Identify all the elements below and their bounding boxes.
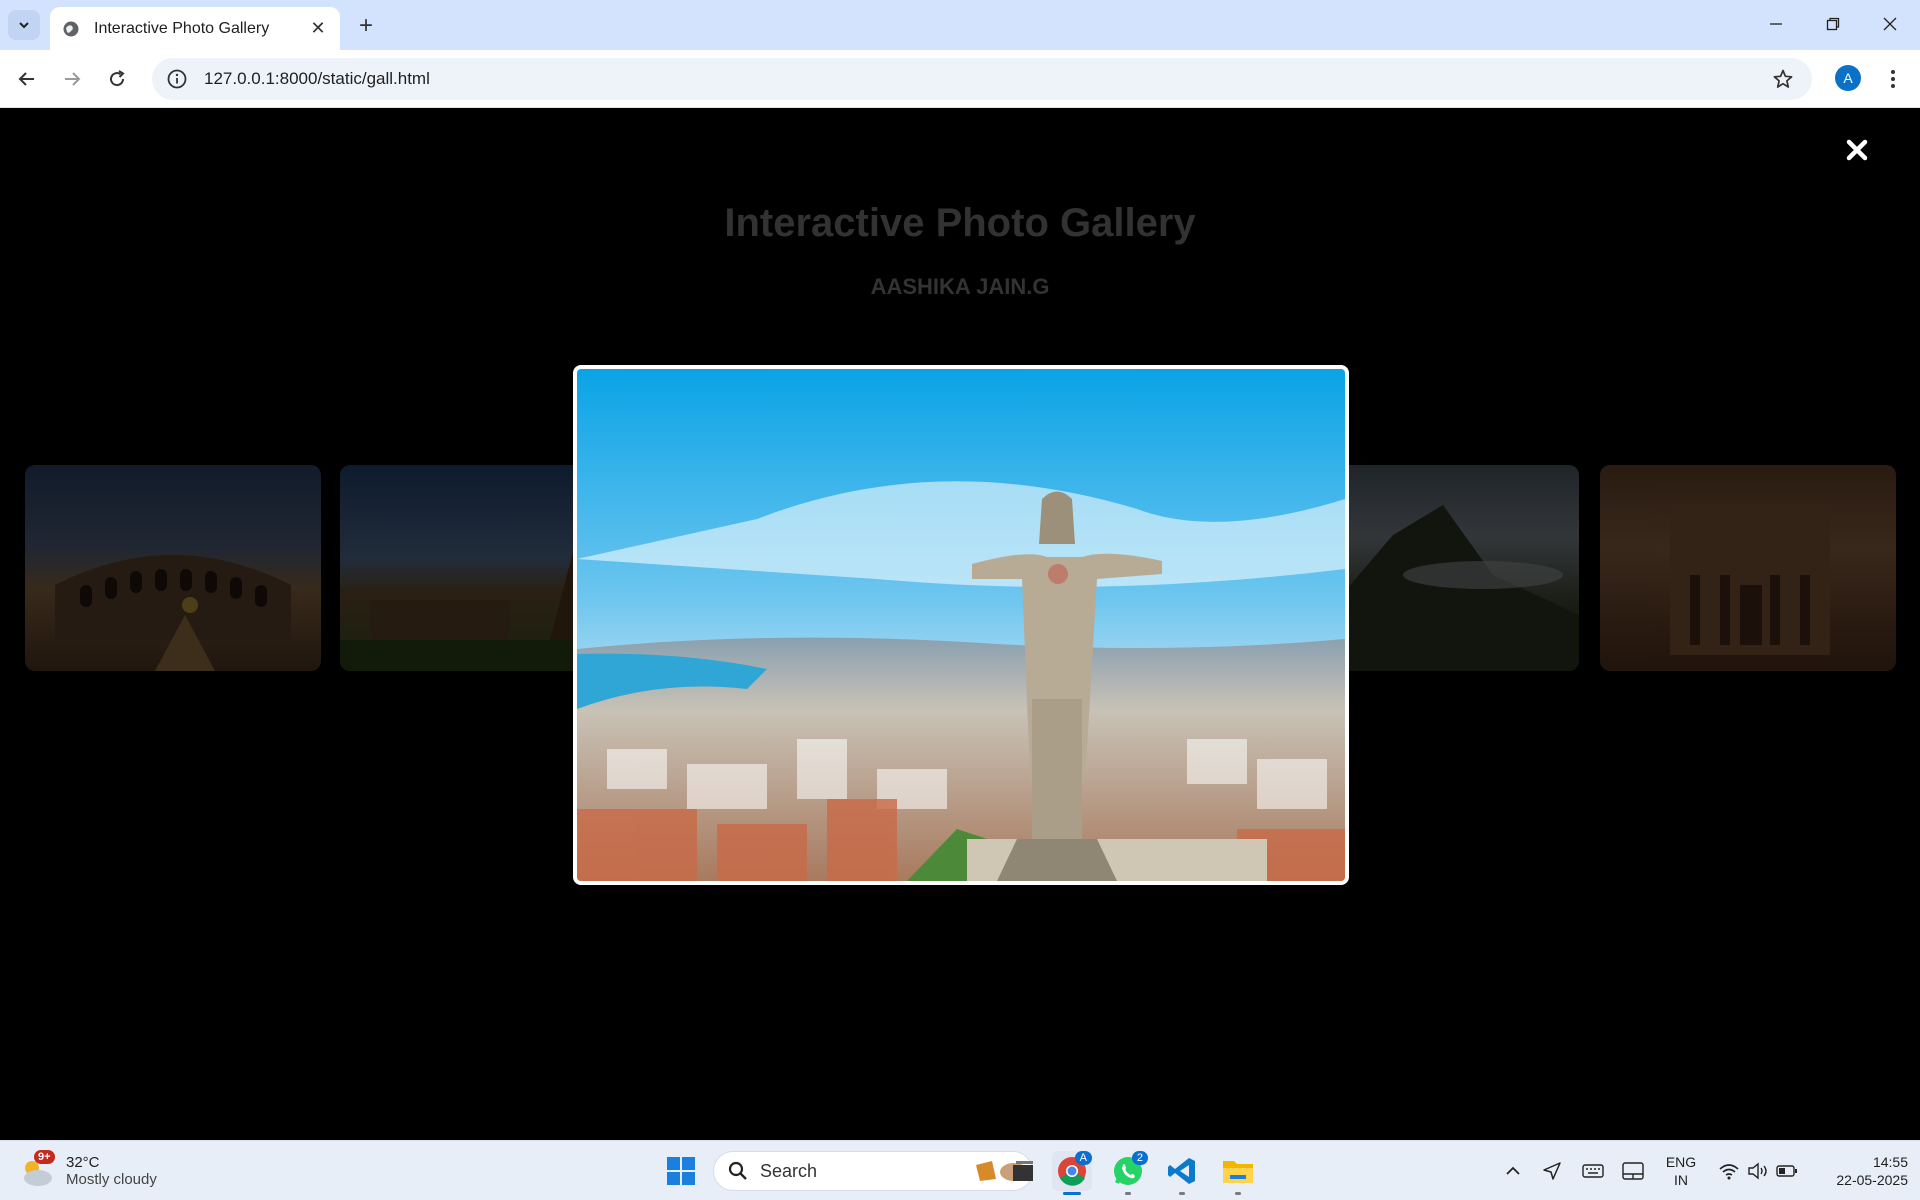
arrow-right-icon	[65, 72, 81, 86]
chevron-down-icon	[19, 22, 29, 29]
weather-condition: Mostly cloudy	[66, 1171, 157, 1188]
bookmark-star-icon[interactable]	[1772, 68, 1794, 90]
more-vertical-icon	[1891, 70, 1895, 88]
location-tray-button[interactable]	[1539, 1151, 1565, 1191]
lightbox-photo-statue	[577, 369, 1345, 881]
location-arrow-icon	[1543, 1162, 1561, 1180]
back-button[interactable]	[11, 63, 43, 95]
close-tab-icon[interactable]: ✕	[308, 18, 328, 39]
browser-tabstrip: Interactive Photo Gallery ✕ +	[0, 0, 1920, 50]
keyboard-tray-button[interactable]	[1580, 1151, 1606, 1191]
folder-icon	[1223, 1161, 1253, 1183]
reload-icon	[110, 70, 125, 87]
language-indicator[interactable]: ENG IN	[1660, 1151, 1702, 1191]
new-tab-button[interactable]: +	[352, 12, 380, 40]
thumbnail-petra[interactable]	[1600, 465, 1896, 671]
running-indicator	[1179, 1192, 1185, 1195]
whatsapp-badge: 2	[1131, 1151, 1148, 1165]
url-text[interactable]: 127.0.0.1:8000/static/gall.html	[204, 69, 430, 89]
search-label: Search	[760, 1160, 818, 1181]
wifi-tray-button[interactable]	[1716, 1151, 1742, 1191]
battery-icon	[1776, 1165, 1797, 1177]
clock-time: 14:55	[1872, 1154, 1908, 1170]
task-view-icon	[1013, 1161, 1033, 1181]
windows-taskbar: 9+ 32°C Mostly cloudy Search A 2 ENG IN …	[0, 1140, 1920, 1200]
start-button[interactable]	[661, 1151, 701, 1191]
petra-image	[1670, 505, 1830, 655]
taskbar-vscode[interactable]	[1162, 1151, 1202, 1195]
weather-temperature: 32°C	[66, 1154, 100, 1171]
arrow-left-icon	[18, 72, 34, 86]
vscode-icon	[1168, 1158, 1195, 1184]
chrome-profile-badge: A	[1074, 1151, 1092, 1165]
volume-tray-button[interactable]	[1745, 1151, 1771, 1191]
colosseum-image	[55, 555, 291, 671]
address-bar[interactable]: 127.0.0.1:8000/static/gall.html	[152, 58, 1812, 100]
taskbar-search[interactable]: Search	[713, 1151, 1033, 1191]
windows-logo-icon	[667, 1157, 695, 1185]
chevron-up-icon	[1506, 1166, 1520, 1175]
forward-button[interactable]	[56, 63, 88, 95]
site-info-icon[interactable]	[166, 68, 188, 90]
speaker-icon	[1748, 1162, 1767, 1180]
browser-toolbar: 127.0.0.1:8000/static/gall.html A	[0, 50, 1920, 108]
tab-search-button[interactable]	[8, 10, 40, 40]
clock-date: 22-05-2025	[1836, 1172, 1908, 1188]
tab-title: Interactive Photo Gallery	[94, 19, 270, 37]
browser-menu-button[interactable]	[1880, 64, 1906, 94]
close-icon	[1846, 139, 1868, 161]
task-view-button[interactable]	[1003, 1151, 1043, 1191]
weather-badge: 9+	[34, 1150, 55, 1164]
profile-avatar[interactable]: A	[1835, 65, 1861, 91]
taskbar-chrome[interactable]: A	[1052, 1151, 1092, 1195]
keyboard-icon	[1582, 1164, 1604, 1178]
running-indicator	[1235, 1192, 1241, 1195]
globe-icon	[63, 21, 79, 36]
touchpad-tray-button[interactable]	[1620, 1151, 1646, 1191]
taskbar-whatsapp[interactable]: 2	[1108, 1151, 1148, 1195]
minimize-icon	[1770, 23, 1782, 25]
reload-button[interactable]	[101, 63, 133, 95]
restore-button[interactable]	[1813, 8, 1853, 40]
machu-picchu-image	[1333, 505, 1579, 671]
wifi-icon	[1719, 1164, 1739, 1180]
running-indicator	[1063, 1192, 1081, 1195]
search-icon	[728, 1161, 747, 1180]
thumbnail-machu-picchu[interactable]	[1333, 465, 1579, 671]
taskbar-file-explorer[interactable]	[1218, 1151, 1258, 1195]
show-hidden-icons-button[interactable]	[1500, 1151, 1526, 1191]
page-title: Interactive Photo Gallery	[724, 201, 1196, 245]
thumbnail-colosseum[interactable]	[25, 465, 321, 671]
language-code: ENG	[1665, 1154, 1697, 1170]
clock[interactable]: 14:55 22-05-2025	[1812, 1151, 1908, 1191]
battery-tray-button[interactable]	[1774, 1151, 1800, 1191]
lightbox-image-frame	[573, 365, 1349, 885]
cloud-sun-icon: 9+	[18, 1150, 56, 1190]
running-indicator	[1125, 1192, 1131, 1195]
minimize-button[interactable]	[1756, 8, 1796, 40]
close-window-button[interactable]	[1870, 8, 1910, 40]
restore-icon	[1826, 17, 1840, 31]
page-author: AASHIKA JAIN.G	[870, 274, 1050, 299]
gallery-page: Interactive Photo Gallery AASHIKA JAIN.G	[0, 109, 1920, 1140]
browser-tab-active[interactable]: Interactive Photo Gallery ✕	[50, 7, 340, 50]
weather-widget[interactable]: 9+ 32°C Mostly cloudy	[18, 1149, 157, 1193]
touchpad-icon	[1622, 1162, 1644, 1180]
region-code: IN	[1674, 1172, 1688, 1188]
close-icon	[1883, 17, 1897, 31]
lightbox-close-button[interactable]	[1840, 133, 1874, 167]
